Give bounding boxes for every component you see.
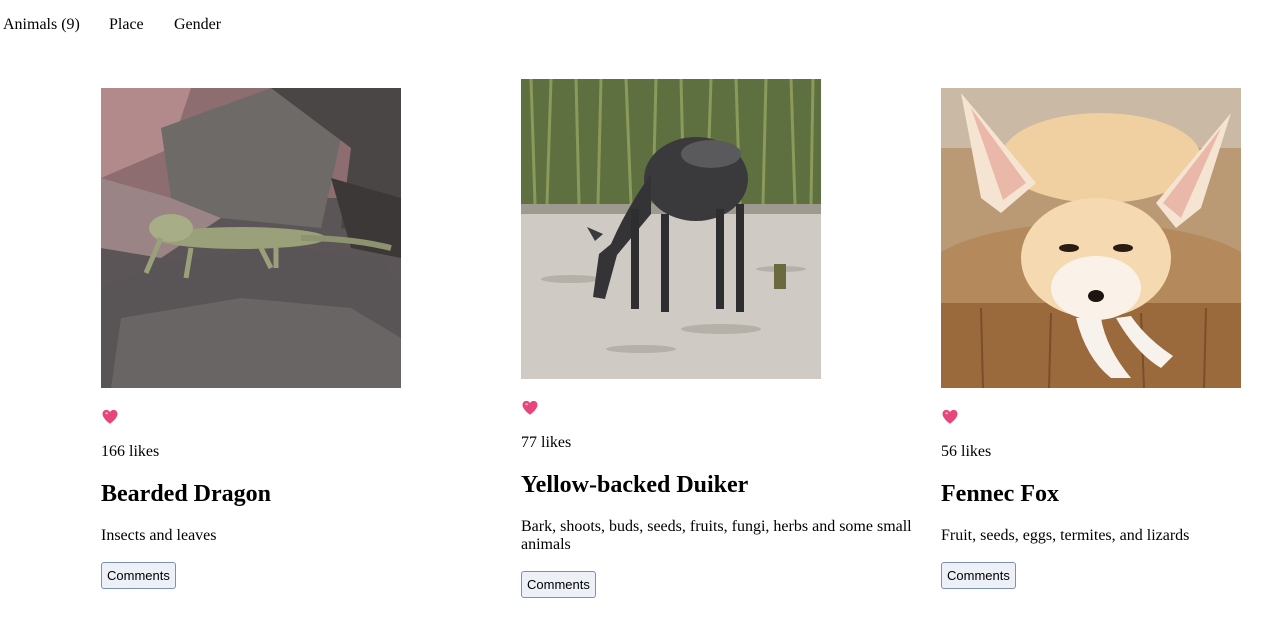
comments-button[interactable]: Comments xyxy=(521,571,596,598)
likes-count: 56 likes xyxy=(941,443,992,460)
animal-photo xyxy=(101,88,401,388)
animal-photo xyxy=(521,79,821,379)
nav-place[interactable]: Place xyxy=(109,14,144,36)
nav-animals[interactable]: Animals (9) xyxy=(3,14,80,36)
heart-icon[interactable] xyxy=(521,399,539,417)
nav-gender[interactable]: Gender xyxy=(174,14,221,36)
animal-card: 56 likes Fennec Fox Fruit, seeds, eggs, … xyxy=(941,88,1269,589)
animal-name: Fennec Fox xyxy=(941,481,1059,507)
animal-name: Yellow-backed Duiker xyxy=(521,472,749,498)
animal-diet: Insects and leaves xyxy=(101,527,217,544)
heart-icon[interactable] xyxy=(941,408,959,426)
animal-diet: Fruit, seeds, eggs, termites, and lizard… xyxy=(941,527,1190,544)
comments-button[interactable]: Comments xyxy=(941,562,1016,589)
heart-icon[interactable] xyxy=(101,408,119,426)
comments-button[interactable]: Comments xyxy=(101,562,176,589)
likes-count: 77 likes xyxy=(521,434,572,451)
animal-diet: Bark, shoots, buds, seeds, fruits, fungi… xyxy=(521,518,912,553)
animal-card: 77 likes Yellow-backed Duiker Bark, shoo… xyxy=(521,79,921,598)
animal-card: 166 likes Bearded Dragon Insects and lea… xyxy=(101,88,501,589)
animal-photo xyxy=(941,88,1241,388)
animal-name: Bearded Dragon xyxy=(101,481,271,507)
likes-count: 166 likes xyxy=(101,443,160,460)
